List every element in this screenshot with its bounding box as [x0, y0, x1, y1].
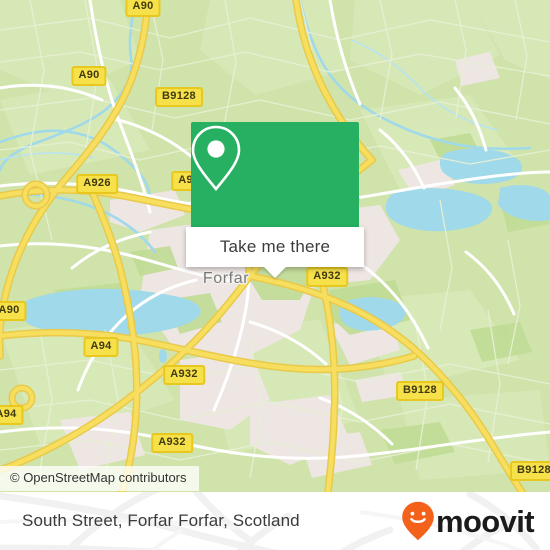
- moovit-brand[interactable]: moovit: [401, 501, 535, 541]
- moovit-map-screen: Forfar A90 A90 B9128 A926 A932 A90 A94 A…: [0, 0, 550, 550]
- page-title: South Street, Forfar Forfar, Scotland: [22, 511, 300, 530]
- take-me-there-button[interactable]: Take me there: [186, 227, 364, 278]
- road-shield: B9128: [510, 461, 550, 481]
- road-shield: A90: [125, 0, 161, 17]
- road-shield: A94: [83, 337, 119, 357]
- take-me-there-label: Take me there: [219, 237, 331, 256]
- footer-bar: South Street, Forfar Forfar, Scotland mo…: [0, 492, 550, 550]
- road-shield: A90: [71, 66, 107, 86]
- map-pin-icon: [191, 125, 241, 192]
- road-shield: A90: [0, 301, 27, 321]
- road-shield: A932: [306, 267, 348, 287]
- road-shield: A94: [0, 405, 24, 425]
- place-label-forfar: Forfar: [202, 270, 250, 287]
- road-shield: A932: [163, 365, 205, 385]
- moovit-smiley-pin-icon: [402, 501, 434, 541]
- road-shield: A932: [151, 433, 193, 453]
- callout-marker-panel: [191, 122, 359, 227]
- road-shield: B9128: [396, 381, 444, 401]
- road-shield: B9128: [155, 87, 203, 107]
- road-shield: A926: [76, 174, 118, 194]
- osm-attribution[interactable]: © OpenStreetMap contributors: [0, 466, 199, 491]
- callout-pointer-tail: [264, 267, 286, 278]
- moovit-wordmark: moovit: [435, 503, 535, 539]
- map-canvas[interactable]: Forfar A90 A90 B9128 A926 A932 A90 A94 A…: [0, 0, 550, 492]
- map-callout[interactable]: Take me there: [186, 122, 364, 278]
